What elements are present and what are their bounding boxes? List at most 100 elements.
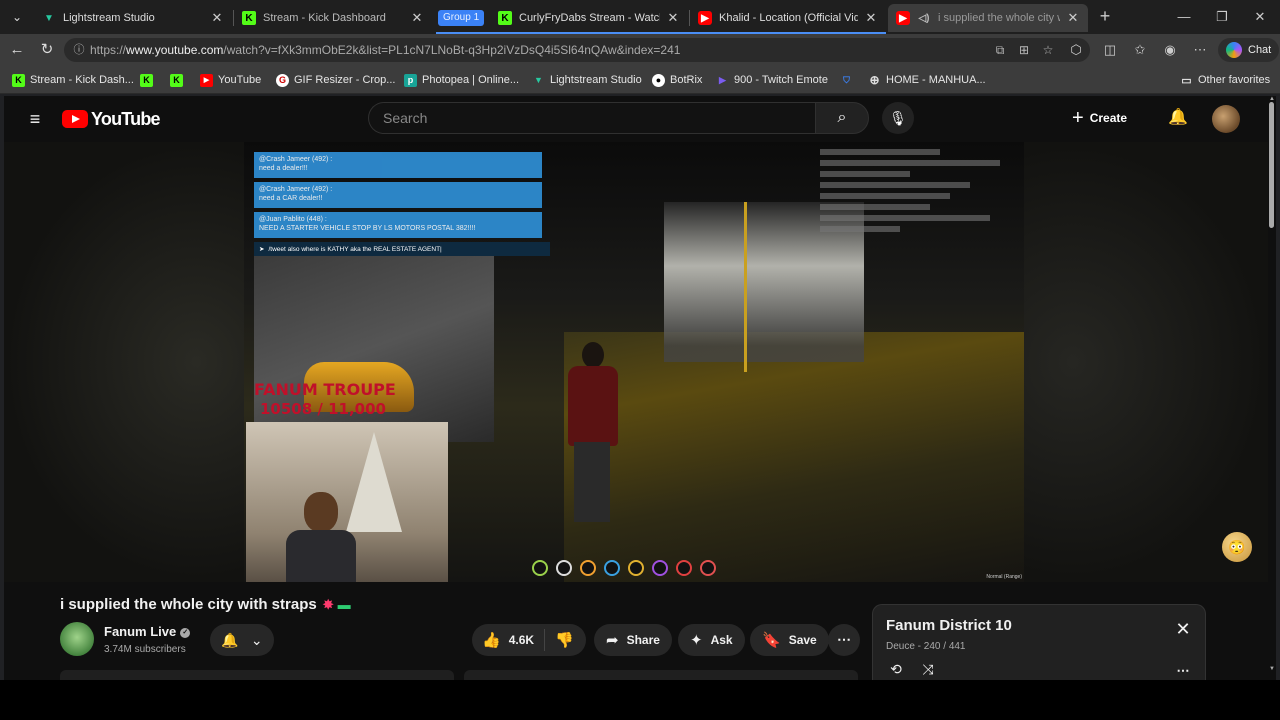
settings-more-icon[interactable]: ⋯ (1190, 40, 1210, 60)
tab-current-video[interactable]: ▶ ◁) i supplied the whole city with ✕ (888, 4, 1088, 32)
more-vertical-icon[interactable]: ⋯ (1173, 663, 1193, 678)
verified-check-icon: ✓ (180, 627, 191, 638)
share-button[interactable]: ➦ Share (594, 624, 672, 656)
kick-icon: K (498, 11, 512, 25)
bookmark-youtube[interactable]: ▶ YouTube (200, 72, 261, 88)
back-button[interactable]: ← (6, 39, 28, 61)
tab-strip: ⌄ ▼ Lightstream Studio ✕ K Stream - Kick… (0, 0, 1280, 34)
close-icon[interactable]: ✕ (666, 10, 680, 26)
other-favorites[interactable]: ▭ Other favorites (1180, 72, 1270, 88)
favorites-icon[interactable]: ✩ (1130, 40, 1150, 60)
youtube-icon: ▶ (698, 11, 712, 25)
armor-icon (556, 560, 572, 576)
twitch-icon: ▶ (719, 74, 726, 85)
game-lamppost (744, 202, 747, 372)
tab-lightstream[interactable]: ▼ Lightstream Studio ✕ (34, 4, 232, 32)
playlist-title[interactable]: Fanum District 10 (886, 617, 1012, 634)
like-dislike-group: 👍 4.6K 👎 (472, 624, 586, 656)
tab-kick-dashboard[interactable]: K Stream - Kick Dashboard ✕ (234, 4, 432, 32)
site-info-icon[interactable]: ⓘ (72, 43, 86, 57)
bookmark-gif-resizer[interactable]: G GIF Resizer - Crop... (276, 72, 395, 88)
close-icon[interactable]: ✕ (1173, 619, 1193, 639)
loop-icon[interactable]: ⟲ (887, 661, 905, 677)
copilot-chat-button[interactable]: Chat (1218, 38, 1280, 62)
microphone-icon: 🎙 (889, 110, 907, 126)
search-box[interactable] (368, 102, 816, 134)
bookmark-lightstream[interactable]: ▼ Lightstream Studio (532, 72, 642, 88)
video-player[interactable]: @Crash Jameer (492) : need a dealer!!! @… (4, 142, 1268, 582)
speaker-icon[interactable]: ◁) (917, 11, 931, 25)
video-frame[interactable]: @Crash Jameer (492) : need a dealer!!! @… (244, 142, 1024, 582)
save-button[interactable]: 🔖 Save (750, 624, 829, 656)
more-actions-button[interactable]: ⋯ (828, 624, 860, 656)
tab-khalid-location[interactable]: ▶ Khalid - Location (Official Video) - ✕ (690, 4, 886, 32)
explosion-emoji-icon: ✸ (322, 597, 334, 612)
window-close-button[interactable]: ✕ (1248, 6, 1272, 28)
bookmark-shield[interactable]: ⛉ (840, 72, 858, 88)
minimize-button[interactable]: — (1172, 6, 1196, 28)
tab-search-chevron-icon[interactable]: ⌄ (6, 6, 28, 28)
new-tab-button[interactable]: + (1096, 7, 1114, 26)
reload-button[interactable]: ↻ (36, 39, 58, 61)
star-icon[interactable]: ☆ (1040, 42, 1056, 58)
bookmark-kick-dashboard[interactable]: K Stream - Kick Dash... (12, 72, 134, 88)
search-button[interactable]: ⌕ (815, 102, 869, 134)
hunger-icon (580, 560, 596, 576)
bookmark-twitch-emote[interactable]: ▶ 900 - Twitch Emote (716, 72, 828, 88)
tab-curlyfrydabs[interactable]: K CurlyFryDabs Stream - Watch Live ✕ (490, 4, 688, 32)
close-icon[interactable]: ✕ (210, 10, 224, 26)
bookmark-botrix[interactable]: ● BotRix (652, 72, 702, 88)
folder-icon: ▭ (1181, 74, 1192, 87)
close-icon[interactable]: ✕ (1066, 10, 1080, 26)
voice-search-button[interactable]: 🎙 (882, 102, 914, 134)
bookmark-photopea[interactable]: p Photopea | Online... (404, 72, 519, 88)
kick-icon: K (140, 73, 153, 87)
gif-icon: G (276, 73, 289, 87)
bookmark-kick-2[interactable]: K (140, 72, 158, 88)
lightstream-icon: ▼ (534, 75, 543, 85)
game-hud-status (532, 560, 716, 576)
youtube-page: ≡ YouTube ⌕ 🎙 + Create 🔔 ▲ ▼ (4, 96, 1276, 680)
toolbar: ← ↻ ⓘ https://www.youtube.com/watch?v=fX… (0, 34, 1280, 66)
more-horizontal-icon: ⋯ (837, 631, 851, 647)
create-button[interactable]: + Create (1072, 104, 1127, 132)
photopea-icon: p (404, 73, 417, 87)
scrollbar-thumb[interactable] (1269, 102, 1274, 228)
dislike-button[interactable]: 👎 (545, 631, 584, 649)
ask-button[interactable]: ✦ Ask (678, 624, 745, 656)
menu-icon[interactable]: ≡ (24, 108, 46, 130)
close-icon[interactable]: ✕ (864, 10, 878, 26)
thumbs-up-icon: 👍 (482, 632, 501, 649)
notifications-bell-icon[interactable]: 🔔 (1166, 106, 1190, 130)
health-icon (532, 560, 548, 576)
translate-icon[interactable]: ⧉ (992, 42, 1008, 58)
game-chat-input: ➤/tweet also where is KATHY aka the REAL… (254, 242, 550, 256)
profile-icon[interactable]: ◉ (1160, 40, 1180, 60)
voice-icon (676, 560, 692, 576)
video-ambient-right (1024, 142, 1268, 582)
bookmark-manhua[interactable]: ⊕ HOME - MANHUA... (868, 72, 985, 88)
scroll-down-icon[interactable]: ▼ (1268, 666, 1276, 672)
flushed-emoji-icon[interactable]: 😳 (1222, 532, 1252, 562)
tab-group-chip[interactable]: Group 1 (438, 10, 485, 26)
game-mode-text: Normal (Range) (986, 574, 1022, 580)
channel-avatar[interactable] (60, 622, 94, 656)
split-screen-icon[interactable]: ◫ (1100, 40, 1120, 60)
address-bar[interactable]: ⓘ https://www.youtube.com/watch?v=fXk3mm… (64, 38, 1090, 62)
kick-icon: K (242, 11, 256, 25)
page-scrollbar[interactable]: ▲ ▼ (1268, 96, 1276, 680)
close-icon[interactable]: ✕ (410, 10, 424, 26)
extensions-icon[interactable]: ⬡ (1066, 40, 1086, 60)
game-street (564, 332, 1024, 582)
maximize-button[interactable]: ❐ (1210, 6, 1234, 28)
channel-name[interactable]: Fanum Live ✓ (104, 624, 191, 639)
search-input[interactable] (369, 103, 816, 133)
bookmark-kick-3[interactable]: K (170, 72, 188, 88)
youtube-logo[interactable]: YouTube (62, 109, 161, 129)
subscription-bell-button[interactable]: 🔔 ⌄ (210, 624, 274, 656)
description-preview (60, 670, 860, 680)
account-avatar[interactable] (1212, 105, 1240, 133)
shuffle-icon[interactable]: ⤨ (919, 661, 937, 677)
like-button[interactable]: 👍 4.6K (472, 629, 546, 651)
app-icon[interactable]: ⊞ (1016, 42, 1032, 58)
